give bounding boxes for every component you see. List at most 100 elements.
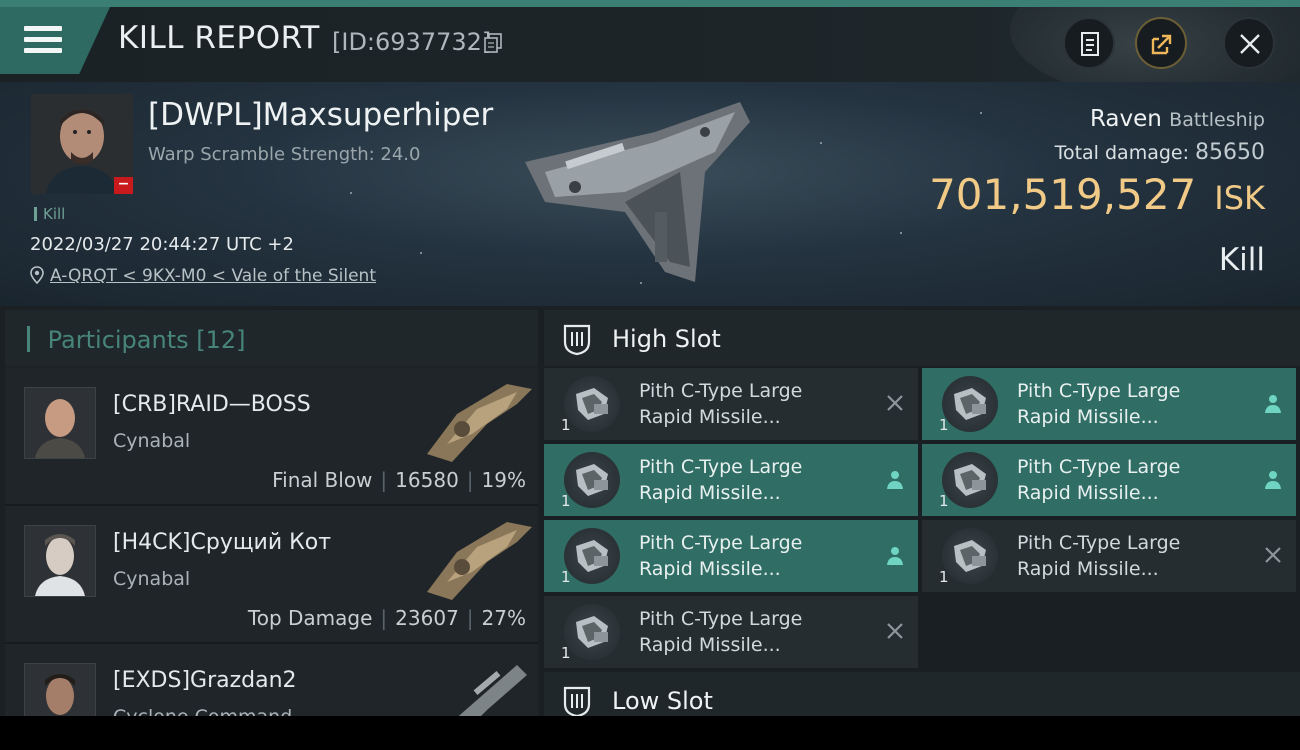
module-name-line1: Pith C-Type Large (639, 380, 803, 402)
module-item[interactable]: 1 Pith C-Type Large Rapid Missile... (544, 520, 918, 592)
close-icon (884, 392, 906, 414)
participants-label: Participants (47, 326, 189, 354)
module-item[interactable]: 1 Pith C-Type Large Rapid Missile... (544, 368, 918, 440)
isk-amount: 701,519,527 (929, 170, 1197, 219)
participant-ship: Cynabal (113, 568, 191, 590)
participant-percent: 27% (481, 606, 526, 630)
participant-role: Final Blow (272, 468, 373, 492)
share-button[interactable] (1135, 17, 1187, 69)
low-slot-icon (563, 686, 591, 716)
module-item[interactable]: 1 Pith C-Type Large Rapid Missile... (922, 368, 1296, 440)
participants-count: [12] (196, 326, 246, 354)
person-icon (1262, 392, 1284, 414)
warp-scramble-strength: Warp Scramble Strength: 24.0 (148, 144, 421, 165)
kill-location[interactable]: A-QRQT < 9KX-M0 < Vale of the Silent (30, 266, 376, 286)
close-icon (884, 620, 906, 642)
high-slot-header: High Slot (544, 310, 1300, 366)
high-slot-icon (563, 324, 591, 356)
missile-launcher-icon (564, 376, 620, 432)
location-pin-icon (30, 266, 44, 284)
missile-launcher-icon (942, 528, 998, 584)
participant-name: [EXDS]Grazdan2 (113, 668, 297, 693)
module-quantity: 1 (939, 568, 949, 586)
module-name: Pith C-Type Large Rapid Missile... (1017, 378, 1237, 430)
total-damage-label: Total damage: (1054, 142, 1189, 164)
ship-name: Raven (1089, 106, 1162, 132)
kill-type-tag: Kill (34, 205, 65, 223)
module-item[interactable]: 1 Pith C-Type Large Rapid Missile... (544, 444, 918, 516)
module-quantity: 1 (939, 416, 949, 434)
report-id: [ID:6937732] (332, 28, 492, 56)
copy-icon[interactable] (484, 33, 502, 53)
module-name: Pith C-Type Large Rapid Missile... (1017, 530, 1237, 582)
module-quantity: 1 (561, 492, 571, 510)
standing-badge: − (114, 177, 133, 194)
module-name: Pith C-Type Large Rapid Missile... (639, 530, 859, 582)
close-icon (1262, 544, 1284, 566)
participant-row[interactable]: [H4CK]Срущий Кот Cynabal Top Damage | 2360… (5, 506, 538, 644)
victim-ship[interactable]: Raven Battleship (1090, 106, 1265, 132)
module-name-line1: Pith C-Type Large (639, 456, 803, 478)
missile-launcher-icon (564, 528, 620, 584)
module-name-line2: Rapid Missile... (639, 406, 781, 428)
kill-result: Kill (1218, 242, 1265, 278)
participants-title: Participants [12] (27, 326, 246, 354)
high-slot-label: High Slot (612, 325, 721, 353)
module-name: Pith C-Type Large Rapid Missile... (639, 378, 859, 430)
participant-ship-image (427, 522, 532, 600)
module-name-line1: Pith C-Type Large (1017, 456, 1181, 478)
module-name-line2: Rapid Missile... (639, 558, 781, 580)
person-icon (884, 544, 906, 566)
participant-row[interactable]: [EXDS]Grazdan2 Cyclone Command (5, 644, 538, 716)
module-name-line2: Rapid Missile... (1017, 558, 1159, 580)
header-accent-line (0, 0, 1300, 7)
low-slot-label: Low Slot (612, 687, 713, 715)
participant-portrait (24, 663, 96, 716)
participant-ship-image (458, 665, 527, 716)
participant-ship: Cyclone Command (113, 706, 292, 716)
header-bar: KILL REPORT [ID:6937732] (0, 0, 1300, 100)
victim-ship-image (525, 102, 750, 282)
missile-launcher-icon (942, 376, 998, 432)
victim-name[interactable]: [DWPL]Maxsuperhiper (148, 97, 493, 133)
module-item[interactable]: 1 Pith C-Type Large Rapid Missile... (922, 520, 1296, 592)
module-name-line1: Pith C-Type Large (1017, 532, 1181, 554)
notes-icon (1081, 32, 1099, 56)
participant-role: Top Damage (247, 606, 373, 630)
missile-launcher-icon (564, 604, 620, 660)
participant-row[interactable]: [CRB]RAID—BOSS Cynabal Final Blow | 16580 |… (5, 368, 538, 506)
total-damage: Total damage: 85650 (1055, 140, 1265, 165)
close-icon (1240, 34, 1260, 54)
kill-datetime: 2022/03/27 20:44:27 UTC +2 (30, 234, 294, 255)
kill-report-screen: KILL REPORT [ID:6937732] − [DWPL]Maxsupe… (0, 0, 1300, 716)
menu-icon[interactable] (24, 26, 62, 56)
fitting-panel: High Slot 1 Pith C-Type Large Rapid Missil… (540, 310, 1300, 716)
module-name-line2: Rapid Missile... (1017, 482, 1159, 504)
share-icon (1151, 34, 1172, 55)
victim-banner: − [DWPL]Maxsuperhiper Warp Scramble Stre… (0, 82, 1300, 306)
participant-ship: Cynabal (113, 430, 191, 452)
module-name: Pith C-Type Large Rapid Missile... (639, 454, 859, 506)
module-name-line2: Rapid Missile... (639, 482, 781, 504)
missile-launcher-icon (564, 452, 620, 508)
participant-ship-image (427, 384, 532, 462)
close-button[interactable] (1223, 17, 1275, 69)
location-link[interactable]: A-QRQT < 9KX-M0 < Vale of the Silent (50, 266, 376, 286)
module-name-line1: Pith C-Type Large (1017, 380, 1181, 402)
participant-name: [H4CK]Срущий Кот (113, 530, 332, 555)
notes-button[interactable] (1063, 17, 1115, 69)
module-item[interactable]: 1 Pith C-Type Large Rapid Missile... (544, 596, 918, 668)
total-damage-value: 85650 (1195, 140, 1265, 165)
module-quantity: 1 (561, 568, 571, 586)
module-quantity: 1 (939, 492, 949, 510)
participant-damage: 16580 (395, 468, 459, 492)
module-item[interactable]: 1 Pith C-Type Large Rapid Missile... (922, 444, 1296, 516)
module-name: Pith C-Type Large Rapid Missile... (639, 606, 859, 658)
participant-percent: 19% (481, 468, 526, 492)
participants-panel: Participants [12] [CRB]RAID—BOSS Cynabal… (5, 310, 538, 716)
person-icon (1262, 468, 1284, 490)
module-name-line1: Pith C-Type Large (639, 532, 803, 554)
participant-stats: Top Damage | 23607 | 27% (247, 606, 526, 630)
module-name-line1: Pith C-Type Large (639, 608, 803, 630)
participant-name: [CRB]RAID—BOSS (113, 392, 311, 417)
